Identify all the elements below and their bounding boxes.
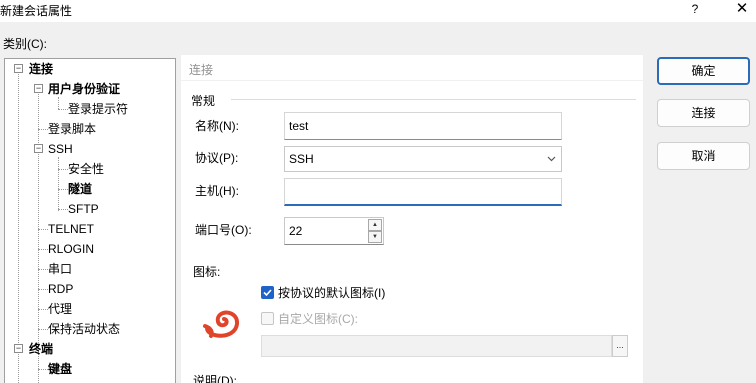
tree-item-connection[interactable]: 连接 (29, 59, 53, 79)
protocol-select[interactable]: SSH (284, 146, 562, 172)
check-icon (263, 289, 272, 297)
tree-item-tunneling[interactable]: 隧道 (68, 179, 92, 199)
tree-item-user-auth[interactable]: 用户身份验证 (48, 79, 120, 99)
tree-item-serial[interactable]: 串口 (48, 259, 72, 279)
tree-item-rdp[interactable]: RDP (48, 279, 73, 299)
tree-line (58, 169, 68, 170)
tree-item-keep-alive[interactable]: 保持活动状态 (48, 319, 120, 339)
breadcrumb-bar: 连接 (181, 55, 643, 81)
tree-line (38, 249, 48, 250)
default-icon-checkbox[interactable] (261, 286, 274, 299)
protocol-label: 协议(P): (195, 151, 239, 165)
tree-line (18, 71, 19, 383)
category-label: 类别(C): (3, 37, 47, 51)
section-divider (231, 99, 636, 100)
name-label: 名称(N): (195, 119, 239, 133)
tree-item-login-script[interactable]: 登录脚本 (48, 119, 96, 139)
tree-item-proxy[interactable]: 代理 (48, 299, 72, 319)
tree-item-ssh[interactable]: SSH (48, 139, 73, 159)
tree-line (58, 189, 68, 190)
tree-item-telnet[interactable]: TELNET (48, 219, 94, 239)
chevron-down-icon (547, 156, 556, 162)
tree-line (58, 109, 68, 110)
collapse-icon[interactable]: − (14, 64, 23, 73)
tree-line (38, 129, 48, 130)
host-input[interactable] (284, 178, 562, 206)
default-icon-label[interactable]: 按协议的默认图标(I) (278, 285, 385, 301)
tree-line (38, 309, 48, 310)
protocol-value: SSH (289, 152, 314, 166)
port-value: 22 (289, 224, 303, 238)
window-title: 新建会话属性 (0, 4, 73, 18)
tree-item-rlogin[interactable]: RLOGIN (48, 239, 94, 259)
tree-item-sftp[interactable]: SFTP (68, 199, 99, 219)
tree-item-terminal[interactable]: 终端 (29, 339, 53, 359)
collapse-icon[interactable]: − (34, 84, 43, 93)
connect-button[interactable]: 连接 (657, 99, 750, 127)
browse-button: ... (612, 335, 628, 357)
port-spinner: ▲ ▼ (368, 219, 382, 243)
collapse-icon[interactable]: − (34, 144, 43, 153)
port-input[interactable]: 22 ▲ ▼ (284, 217, 384, 245)
category-tree[interactable]: − − − − 连接 用户身份验证 登录提示符 登录脚本 SSH 安全性 隧道 … (4, 58, 176, 383)
tree-item-login-prompts[interactable]: 登录提示符 (68, 99, 128, 119)
tree-line (38, 229, 48, 230)
cancel-button[interactable]: 取消 (657, 142, 750, 170)
icon-label: 图标: (193, 265, 221, 279)
spin-up-icon[interactable]: ▲ (368, 219, 382, 231)
breadcrumb: 连接 (189, 63, 214, 77)
port-label: 端口号(O): (195, 223, 252, 237)
custom-icon-path-input (261, 335, 612, 357)
session-logo-icon (203, 310, 240, 338)
general-section: 常规 名称(N): test 协议(P): SSH 主机(H): 端口号(O):… (181, 89, 643, 383)
custom-icon-label: 自定义图标(C): (278, 312, 358, 326)
name-input[interactable]: test (284, 112, 562, 140)
section-title-general: 常规 (191, 94, 216, 108)
tree-item-keyboard[interactable]: 键盘 (48, 359, 72, 379)
help-button[interactable]: ? (685, 0, 705, 20)
tree-item-security[interactable]: 安全性 (68, 159, 104, 179)
tree-line (58, 209, 68, 210)
close-button[interactable]: ✕ (730, 0, 754, 20)
custom-icon-checkbox[interactable] (261, 312, 274, 325)
tree-line (38, 369, 48, 370)
description-label: 说明(D): (193, 374, 237, 383)
tree-line (38, 269, 48, 270)
tree-line (38, 289, 48, 290)
ok-button[interactable]: 确定 (657, 57, 750, 85)
settings-panel: 连接 常规 名称(N): test 协议(P): SSH 主机(H): 端口号(… (181, 55, 643, 383)
title-bar: 新建会话属性 ? ✕ (0, 0, 756, 22)
tree-line (38, 329, 48, 330)
collapse-icon[interactable]: − (14, 344, 23, 353)
tree-line (38, 91, 39, 351)
host-label: 主机(H): (195, 184, 239, 198)
tree-line (58, 157, 59, 211)
spin-down-icon[interactable]: ▼ (368, 231, 382, 243)
